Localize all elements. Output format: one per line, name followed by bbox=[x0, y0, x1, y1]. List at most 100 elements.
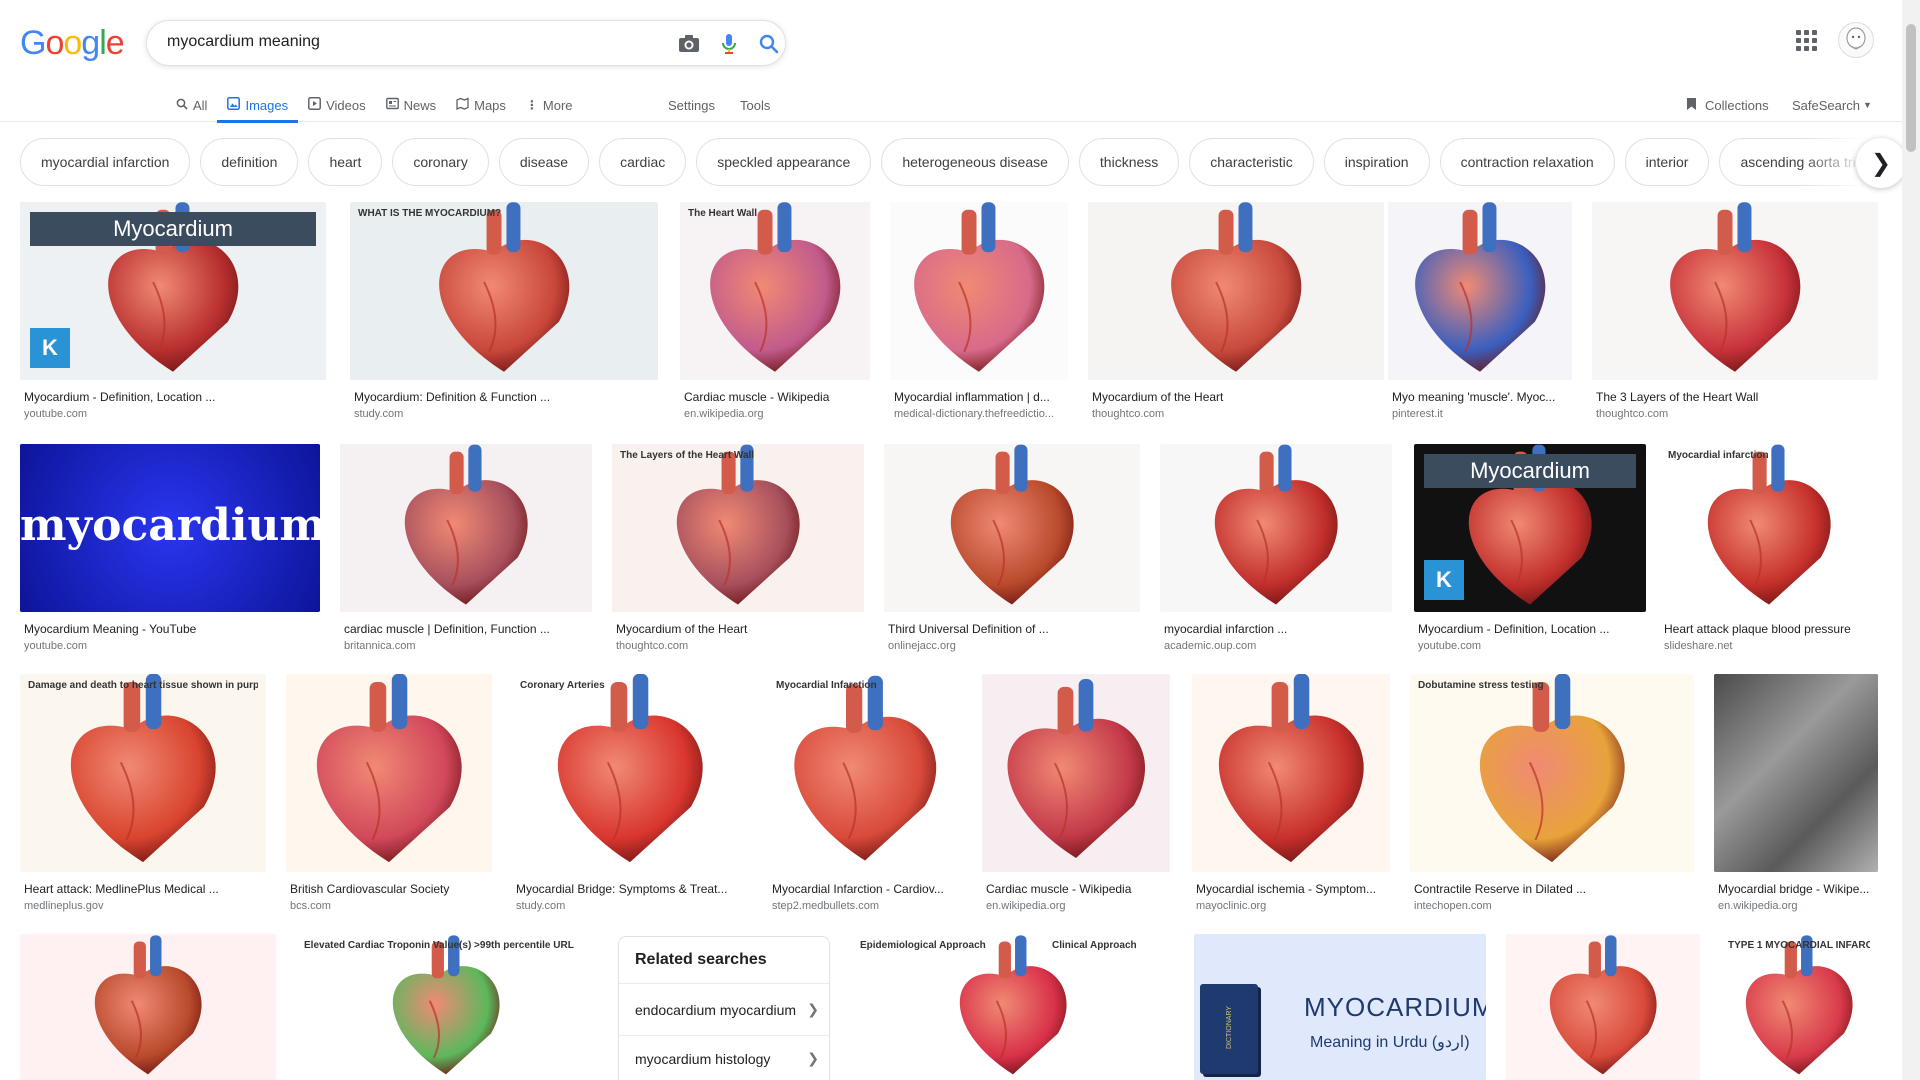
image-result[interactable]: Myocardial inflammation | d... medical-di… bbox=[890, 202, 1068, 424]
image-result[interactable] bbox=[1506, 934, 1700, 1080]
image-result[interactable]: Dobutamine stress testing Contractile Res… bbox=[1410, 674, 1694, 916]
result-source[interactable]: en.wikipedia.org bbox=[684, 408, 868, 420]
result-thumbnail[interactable] bbox=[286, 674, 492, 872]
result-source[interactable]: slideshare.net bbox=[1664, 640, 1876, 652]
result-title[interactable]: cardiac muscle | Definition, Function ..… bbox=[344, 622, 590, 636]
result-thumbnail[interactable] bbox=[1714, 674, 1878, 872]
image-result[interactable]: Third Universal Definition of ... onlinej… bbox=[884, 444, 1140, 656]
result-title[interactable]: Myo meaning 'muscle'. Myoc... bbox=[1392, 390, 1570, 404]
result-source[interactable]: thoughtco.com bbox=[1596, 408, 1876, 420]
image-result[interactable]: Damage and death to heart tissue shown i… bbox=[20, 674, 266, 916]
result-thumbnail[interactable]: TYPE 1 MYOCARDIAL INFARCTION bbox=[1720, 934, 1878, 1080]
result-title[interactable]: Heart attack: MedlinePlus Medical ... bbox=[24, 882, 264, 896]
result-source[interactable]: intechopen.com bbox=[1414, 900, 1692, 912]
image-result[interactable]: Epidemiological Approach Clinical Approac… bbox=[852, 934, 1174, 1080]
result-source[interactable]: onlinejacc.org bbox=[888, 640, 1138, 652]
image-result[interactable]: Coronary Arteries Myocardial Bridge: Symp… bbox=[512, 674, 748, 916]
result-title[interactable]: Contractile Reserve in Dilated ... bbox=[1414, 882, 1692, 896]
image-result[interactable]: The 3 Layers of the Heart Wall thoughtco.… bbox=[1592, 202, 1878, 424]
result-title[interactable]: Heart attack plaque blood pressure bbox=[1664, 622, 1876, 636]
result-source[interactable]: britannica.com bbox=[344, 640, 590, 652]
result-thumbnail[interactable]: Myocardial Infarction bbox=[768, 674, 962, 872]
result-thumbnail[interactable]: Dobutamine stress testing bbox=[1410, 674, 1694, 872]
result-thumbnail[interactable]: myocardium bbox=[20, 444, 320, 612]
image-result[interactable]: Myocardial bridge - Wikipe... en.wikipedi… bbox=[1714, 674, 1878, 916]
image-result[interactable]: Myocardium K Myocardium - Definition, Loca… bbox=[20, 202, 326, 424]
image-result[interactable]: MYOCARDIUM Meaning in Urdu (اردو) DICTIONA… bbox=[1194, 934, 1486, 1080]
result-thumbnail[interactable] bbox=[890, 202, 1068, 380]
image-result[interactable] bbox=[20, 934, 276, 1080]
image-result[interactable]: Myocardium K Myocardium - Definition, Loca… bbox=[1414, 444, 1646, 656]
result-thumbnail[interactable]: Elevated Cardiac Troponin Value(s) >99th… bbox=[296, 934, 596, 1080]
result-thumbnail[interactable]: The Heart Wall bbox=[680, 202, 870, 380]
result-source[interactable]: youtube.com bbox=[24, 640, 318, 652]
result-source[interactable]: mayoclinic.org bbox=[1196, 900, 1388, 912]
result-source[interactable]: medical-dictionary.thefreedictio... bbox=[894, 408, 1066, 420]
image-result[interactable]: Myocardial infarction Heart attack plaque… bbox=[1660, 444, 1878, 656]
result-title[interactable]: Myocardium - Definition, Location ... bbox=[1418, 622, 1644, 636]
image-result[interactable]: myocardial infarction ... academic.oup.co… bbox=[1160, 444, 1392, 656]
result-title[interactable]: The 3 Layers of the Heart Wall bbox=[1596, 390, 1876, 404]
result-thumbnail[interactable] bbox=[1506, 934, 1700, 1080]
result-source[interactable]: en.wikipedia.org bbox=[986, 900, 1168, 912]
image-result[interactable]: The Heart Wall Cardiac muscle - Wikipedia… bbox=[680, 202, 870, 424]
image-result[interactable]: Myocardium of the Heart thoughtco.com bbox=[1088, 202, 1384, 424]
result-title[interactable]: Third Universal Definition of ... bbox=[888, 622, 1138, 636]
result-title[interactable]: Myocardial ischemia - Symptom... bbox=[1196, 882, 1388, 896]
result-source[interactable]: academic.oup.com bbox=[1164, 640, 1390, 652]
result-title[interactable]: Myocardium of the Heart bbox=[616, 622, 862, 636]
result-source[interactable]: thoughtco.com bbox=[616, 640, 862, 652]
scrollbar-track[interactable] bbox=[1902, 0, 1920, 1080]
result-thumbnail[interactable]: Coronary Arteries bbox=[512, 674, 748, 872]
result-thumbnail[interactable]: MYOCARDIUM Meaning in Urdu (اردو) DICTIONA… bbox=[1194, 934, 1486, 1080]
image-result[interactable]: TYPE 1 MYOCARDIAL INFARCTION bbox=[1720, 934, 1878, 1080]
result-source[interactable]: study.com bbox=[354, 408, 656, 420]
result-title[interactable]: myocardial infarction ... bbox=[1164, 622, 1390, 636]
result-thumbnail[interactable] bbox=[982, 674, 1170, 872]
result-title[interactable]: Cardiac muscle - Wikipedia bbox=[684, 390, 868, 404]
image-result[interactable]: Myocardial ischemia - Symptom... mayoclin… bbox=[1192, 674, 1390, 916]
result-source[interactable]: bcs.com bbox=[290, 900, 490, 912]
result-title[interactable]: Myocardial inflammation | d... bbox=[894, 390, 1066, 404]
related-search-item[interactable]: endocardium myocardium ❯ bbox=[619, 983, 829, 1035]
result-thumbnail[interactable] bbox=[1592, 202, 1878, 380]
result-title[interactable]: Myocardium: Definition & Function ... bbox=[354, 390, 656, 404]
image-result[interactable]: Elevated Cardiac Troponin Value(s) >99th… bbox=[296, 934, 596, 1080]
result-source[interactable]: step2.medbullets.com bbox=[772, 900, 960, 912]
result-title[interactable]: British Cardiovascular Society bbox=[290, 882, 490, 896]
image-result[interactable]: British Cardiovascular Society bcs.com bbox=[286, 674, 492, 916]
result-thumbnail[interactable] bbox=[1192, 674, 1390, 872]
result-thumbnail[interactable]: The Layers of the Heart Wall bbox=[612, 444, 864, 612]
result-thumbnail[interactable] bbox=[20, 934, 276, 1080]
image-result[interactable]: Myocardial Infarction Myocardial Infarcti… bbox=[768, 674, 962, 916]
result-thumbnail[interactable] bbox=[340, 444, 592, 612]
result-thumbnail[interactable]: Myocardium K bbox=[20, 202, 326, 380]
result-source[interactable]: youtube.com bbox=[1418, 640, 1644, 652]
result-title[interactable]: Myocardial Bridge: Symptoms & Treat... bbox=[516, 882, 746, 896]
related-search-item[interactable]: myocardium histology ❯ bbox=[619, 1035, 829, 1080]
result-source[interactable]: study.com bbox=[516, 900, 746, 912]
result-source[interactable]: youtube.com bbox=[24, 408, 324, 420]
result-source[interactable]: medlineplus.gov bbox=[24, 900, 264, 912]
result-title[interactable]: Cardiac muscle - Wikipedia bbox=[986, 882, 1168, 896]
image-result[interactable]: myocardium Myocardium Meaning - YouTube yo… bbox=[20, 444, 320, 656]
image-result[interactable]: Myo meaning 'muscle'. Myoc... pinterest.i… bbox=[1388, 202, 1572, 424]
image-result[interactable]: The Layers of the Heart Wall Myocardium o… bbox=[612, 444, 864, 656]
result-source[interactable]: en.wikipedia.org bbox=[1718, 900, 1876, 912]
image-result[interactable]: Cardiac muscle - Wikipedia en.wikipedia.o… bbox=[982, 674, 1170, 916]
result-thumbnail[interactable] bbox=[1088, 202, 1384, 380]
result-title[interactable]: Myocardial bridge - Wikipe... bbox=[1718, 882, 1876, 896]
result-thumbnail[interactable]: Damage and death to heart tissue shown i… bbox=[20, 674, 266, 872]
result-title[interactable]: Myocardial Infarction - Cardiov... bbox=[772, 882, 960, 896]
result-thumbnail[interactable]: Myocardium K bbox=[1414, 444, 1646, 612]
result-title[interactable]: Myocardium - Definition, Location ... bbox=[24, 390, 324, 404]
image-result[interactable]: WHAT IS THE MYOCARDIUM? Myocardium: Defin… bbox=[350, 202, 658, 424]
image-result[interactable]: cardiac muscle | Definition, Function ..… bbox=[340, 444, 592, 656]
result-thumbnail[interactable] bbox=[1160, 444, 1392, 612]
result-thumbnail[interactable] bbox=[884, 444, 1140, 612]
result-thumbnail[interactable]: WHAT IS THE MYOCARDIUM? bbox=[350, 202, 658, 380]
result-source[interactable]: pinterest.it bbox=[1392, 408, 1570, 420]
scrollbar-thumb[interactable] bbox=[1906, 24, 1916, 152]
result-source[interactable]: thoughtco.com bbox=[1092, 408, 1382, 420]
result-title[interactable]: Myocardium Meaning - YouTube bbox=[24, 622, 318, 636]
